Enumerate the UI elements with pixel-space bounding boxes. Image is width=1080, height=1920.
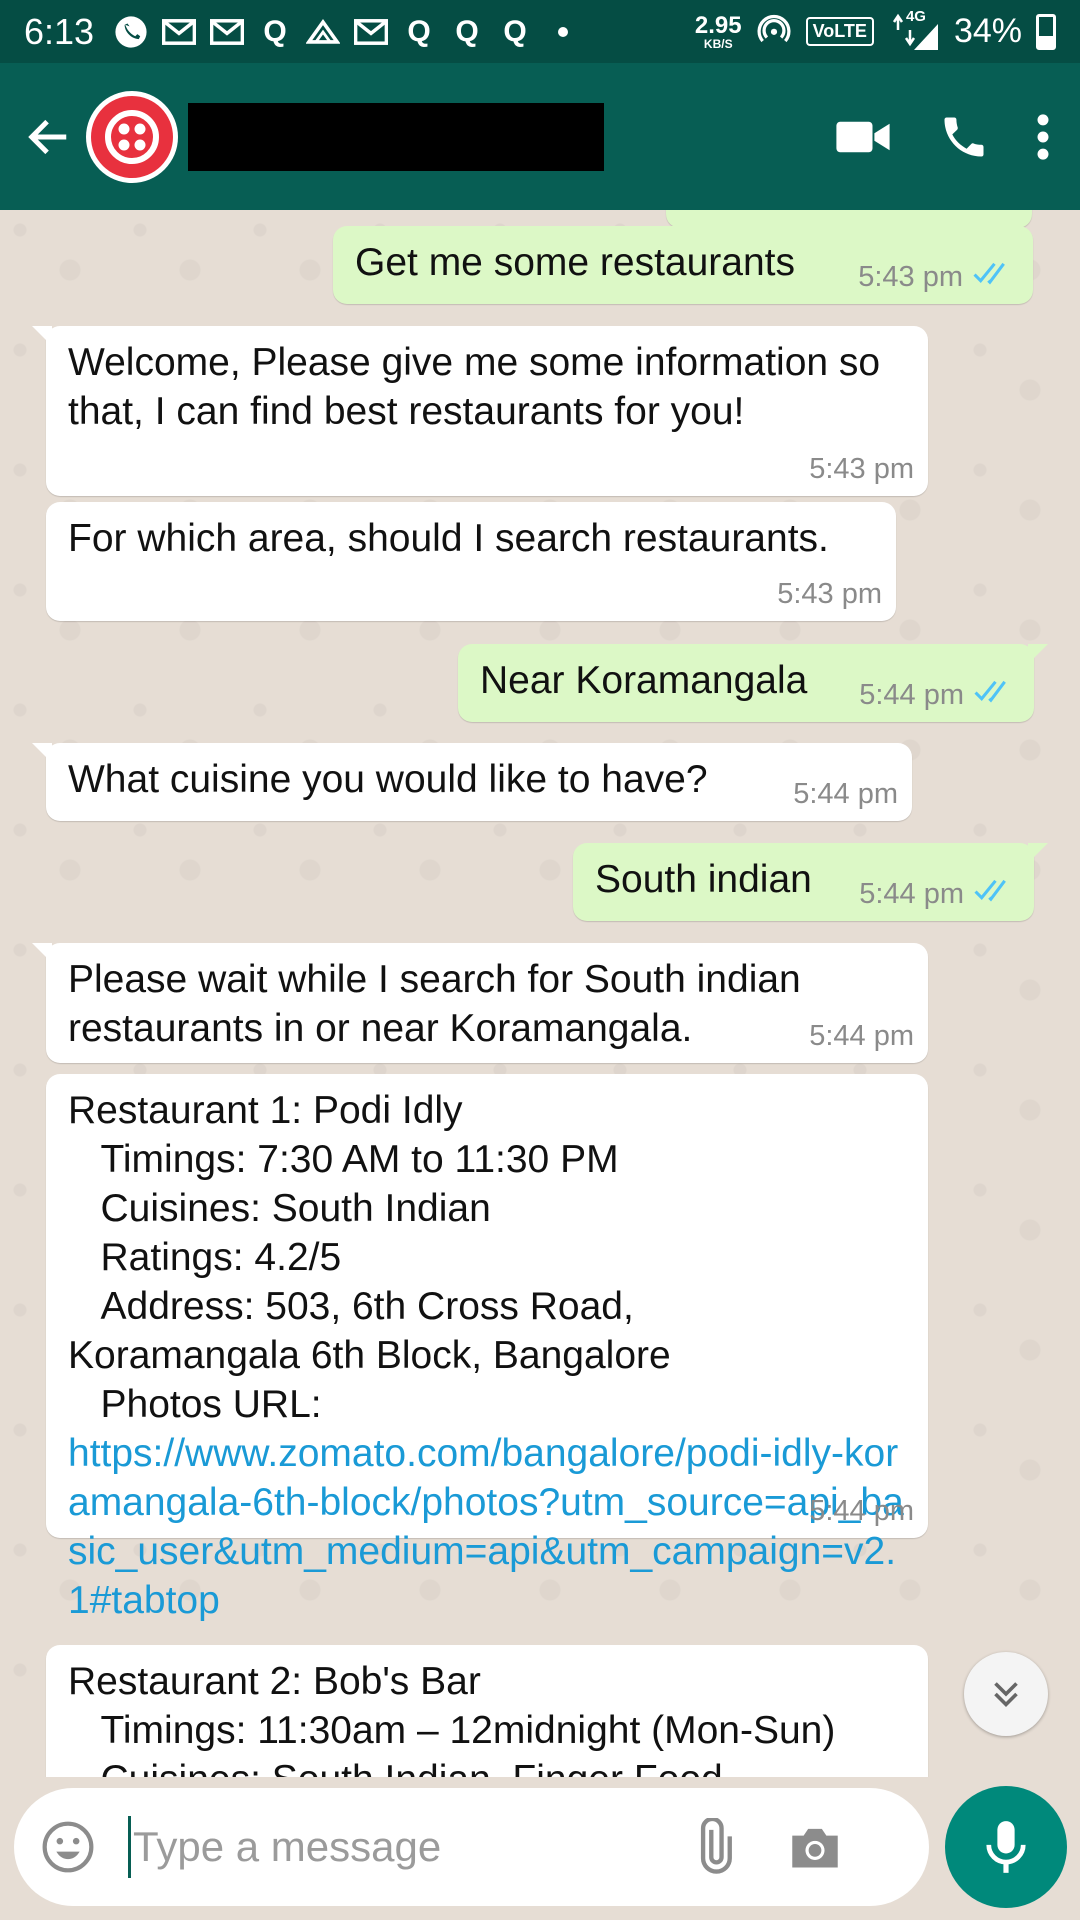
phone-icon[interactable] (938, 111, 990, 163)
hotspot-icon (756, 12, 792, 51)
message-time: 5:44 pm (859, 678, 964, 711)
message-time: 5:43 pm (809, 453, 914, 485)
message-text: For which area, should I search restaura… (68, 517, 829, 560)
message-time: 5:44 pm (809, 1020, 914, 1052)
message-time: 5:44 pm (809, 1495, 914, 1527)
bubble-tail (1028, 644, 1048, 664)
text-cursor (128, 1816, 131, 1878)
gmail-icon (160, 13, 198, 51)
gmail-icon (352, 13, 390, 51)
quora-icon: Q (407, 14, 431, 48)
message-incoming[interactable]: What cuisine you would like to have? 5:4… (32, 743, 912, 821)
signal-icon: 4G (888, 8, 940, 52)
message-time: 5:43 pm (858, 260, 963, 293)
mic-icon[interactable] (945, 1786, 1067, 1908)
photos-url-link[interactable]: https://www.zomato.com/bangalore/podi-id… (68, 1429, 908, 1625)
message-time: 5:43 pm (777, 578, 882, 610)
message-line: Restaurant 2: Bob's Bar (68, 1660, 481, 1703)
double-check-icon (974, 877, 1020, 911)
chat-header (0, 63, 1080, 210)
message-incoming[interactable]: Restaurant 1: Podi Idly Timings: 7:30 AM… (46, 1074, 928, 1622)
message-outgoing[interactable]: Near Koramangala 5:44 pm (458, 644, 1048, 722)
whatsapp-icon (112, 13, 150, 51)
message-text: Near Koramangala (480, 659, 808, 702)
camera-icon[interactable] (783, 1815, 847, 1879)
message-incoming[interactable]: Welcome, Please give me some information… (32, 326, 928, 496)
message-meta: 5:43 pm (777, 578, 882, 611)
message-incoming[interactable]: For which area, should I search restaura… (46, 502, 896, 621)
message-meta: 5:44 pm (809, 1020, 914, 1053)
message-input[interactable] (133, 1823, 673, 1871)
header-actions (834, 111, 1050, 163)
message-body: Restaurant 1: Podi Idly Timings: 7:30 AM… (68, 1086, 918, 1625)
more-vertical-icon[interactable] (1036, 113, 1050, 161)
bubble-tail (32, 743, 52, 763)
cloud-icon (304, 13, 342, 51)
status-right: 2.95 KB/S VoLTE 4G 34% (694, 8, 1056, 52)
dot-icon (544, 13, 582, 51)
bubble-tail (32, 326, 52, 346)
emoji-icon[interactable] (40, 1819, 96, 1875)
chevron-double-down-icon[interactable] (964, 1652, 1048, 1736)
status-time: 6:13 (24, 10, 95, 52)
message-line: Photos URL: (68, 1383, 322, 1426)
volte-badge: VoLTE (805, 17, 874, 46)
message-text: Get me some restaurants (355, 241, 796, 284)
message-body: Restaurant 2: Bob's Bar Timings: 11:30am… (68, 1657, 928, 1777)
double-check-icon (973, 260, 1019, 294)
video-call-icon[interactable] (834, 118, 892, 156)
bubble-tail (32, 943, 52, 963)
message-meta: 5:44 pm (793, 778, 898, 811)
message-line: Koramangala 6th Block, Bangalore (68, 1334, 671, 1377)
message-line: Ratings: 4.2/5 (68, 1236, 342, 1279)
chat-messages[interactable]: Get me some restaurants 5:43 pm Welcome,… (0, 210, 1080, 1777)
arrow-left-icon[interactable] (14, 102, 84, 172)
contact-name-redacted[interactable] (188, 102, 604, 171)
message-meta: 5:43 pm (809, 453, 914, 486)
quora-icon: Q (455, 14, 479, 48)
message-line: Cuisines: South Indian (68, 1187, 491, 1230)
message-incoming[interactable]: Restaurant 2: Bob's Bar Timings: 11:30am… (46, 1645, 928, 1777)
message-outgoing[interactable]: South indian 5:44 pm (573, 843, 1048, 921)
message-time: 5:44 pm (859, 877, 964, 910)
message-line: Restaurant 1: Podi Idly (68, 1089, 463, 1132)
net-speed-value: 2.95 (694, 11, 742, 39)
message-line: Address: 503, 6th Cross Road, (68, 1285, 634, 1328)
message-line: Timings: 7:30 AM to 11:30 PM (68, 1138, 619, 1181)
message-meta: 5:44 pm (859, 877, 1020, 911)
message-text: South indian (595, 858, 812, 901)
message-meta: 5:44 pm (859, 678, 1020, 712)
quora-icon: Q (263, 14, 287, 48)
paperclip-icon[interactable] (681, 1815, 745, 1879)
message-meta: 5:43 pm (858, 260, 1019, 294)
message-text: Welcome, Please give me some information… (68, 341, 891, 433)
message-line: Cuisines: South Indian, Finger Food (68, 1755, 928, 1777)
message-composer (14, 1788, 929, 1906)
message-meta: 5:44 pm (809, 1495, 914, 1528)
message-text: Please wait while I search for South ind… (68, 958, 812, 1050)
double-check-icon (974, 678, 1020, 712)
contact-avatar[interactable] (86, 90, 178, 183)
twilio-logo-icon (91, 95, 173, 178)
quora-icon: Q (503, 14, 527, 48)
battery-percent: 34% (953, 12, 1022, 50)
net-speed: 2.95 KB/S (694, 11, 742, 51)
message-text: What cuisine you would like to have? (68, 758, 708, 801)
message-line: Timings: 11:30am – 12midnight (Mon-Sun) (68, 1709, 836, 1752)
bubble-tail (1028, 843, 1048, 863)
message-outgoing[interactable]: Get me some restaurants 5:43 pm (333, 226, 1033, 304)
battery-icon (1036, 13, 1056, 50)
net-speed-unit: KB/S (703, 36, 733, 51)
gmail-icon (208, 13, 246, 51)
status-bar: 6:13 Q Q Q Q 2.95 KB/S VoLTE 4G 34% (0, 0, 1080, 63)
message-incoming[interactable]: Please wait while I search for South ind… (32, 943, 928, 1063)
notification-icons: Q Q Q Q (112, 13, 582, 51)
message-time: 5:44 pm (793, 778, 898, 810)
network-type: 4G (905, 7, 926, 25)
